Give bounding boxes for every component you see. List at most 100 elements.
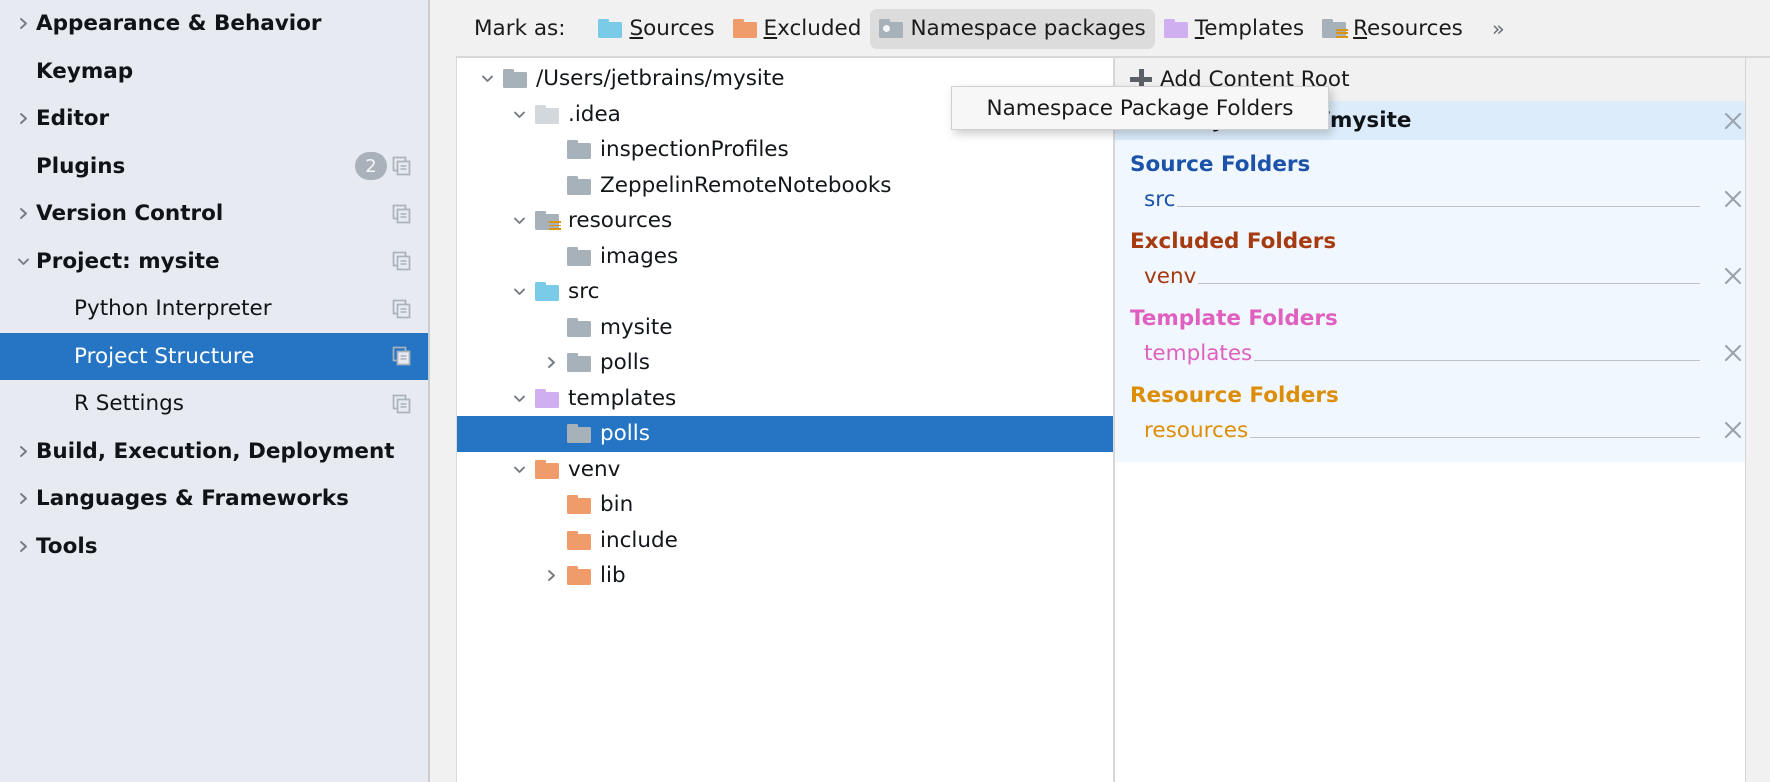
chevron-down-icon[interactable] [503,391,535,406]
mark-as-templates-button[interactable]: Templates [1155,9,1313,49]
settings-dialog-project-structure: Appearance & Behavior Keymap Editor Plugins… [0,0,1770,782]
chevron-down-icon[interactable] [10,254,36,269]
chevron-right-icon[interactable] [10,206,36,221]
tree-row[interactable]: mysite [457,310,1113,346]
sidebar-item-editor[interactable]: Editor [0,95,480,143]
folder-icon [535,105,559,124]
tree-row[interactable]: resources [457,203,1113,239]
mark-as-templates-label: Templates [1195,16,1304,41]
folder-group-item[interactable]: src [1130,181,1770,217]
folder-group-source-folders: Source Folderssrc [1114,140,1770,217]
tooltip-text: Namespace Package Folders [987,96,1294,121]
mark-as-sources-button[interactable]: Sources [589,9,723,49]
folder-excluded-icon [535,460,559,479]
tree-row[interactable]: include [457,523,1113,559]
sidebar-item-tools[interactable]: Tools [0,523,480,571]
remove-folder-icon[interactable] [1722,342,1744,364]
project-folder-tree[interactable]: /Users/jetbrains/mysite .idea inspectionPr… [456,58,1114,782]
tree-row-label: /Users/jetbrains/mysite [536,66,785,91]
chevron-down-icon[interactable] [471,71,503,86]
tree-row-label: include [600,528,678,553]
remove-content-root-icon[interactable] [1722,110,1744,132]
sidebar-item-python-interpreter[interactable]: Python Interpreter [0,285,480,333]
folder-item-rule [1198,283,1700,284]
mark-as-namespace-packages-button[interactable]: Namespace packages [870,9,1154,49]
folder-item-name: venv [1144,264,1196,289]
folder-excluded-icon [733,19,757,38]
sidebar-item-appearance-behavior[interactable]: Appearance & Behavior [0,0,480,48]
sidebar-item-label: Editor [36,106,109,131]
folder-group-item[interactable]: resources [1130,412,1770,448]
tree-list: /Users/jetbrains/mysite .idea inspectionPr… [457,58,1113,594]
sidebar-item-label: Project: mysite [36,249,220,274]
tree-row-label: ZeppelinRemoteNotebooks [600,173,892,198]
sidebar-item-label: Keymap [36,59,133,84]
sidebar-item-languages-frameworks[interactable]: Languages & Frameworks [0,475,480,523]
tree-row-label: lib [600,563,626,588]
tree-row[interactable]: templates [457,381,1113,417]
chevron-right-icon[interactable] [535,568,567,583]
copy-settings-icon[interactable] [391,298,413,320]
sidebar-item-label: Python Interpreter [36,296,272,321]
folder-item-rule [1177,206,1700,207]
tree-row[interactable]: ZeppelinRemoteNotebooks [457,168,1113,204]
chevron-right-icon[interactable] [10,539,36,554]
remove-folder-icon[interactable] [1722,419,1744,441]
tree-row[interactable]: images [457,239,1113,275]
sidebar-item-label: Appearance & Behavior [36,11,322,36]
tree-row[interactable]: polls [457,416,1113,452]
mark-as-resources-button[interactable]: Resources [1313,9,1472,49]
content-root-block: /Users/jetbrains/mysite Source Folderssr… [1114,101,1770,462]
mark-as-button-group: SourcesExcludedNamespace packages Templat… [589,9,1471,49]
tree-row-label: mysite [600,315,673,340]
tree-row[interactable]: lib [457,558,1113,594]
folder-group-title: Resource Folders [1130,383,1770,408]
tree-row[interactable]: inspectionProfiles [457,132,1113,168]
sidebar-item-project-mysite[interactable]: Project: mysite [0,238,480,286]
copy-settings-icon[interactable] [391,393,413,415]
chevron-right-icon[interactable] [10,111,36,126]
namespace-package-folders-tooltip: Namespace Package Folders [951,86,1329,130]
folder-excluded-icon [567,495,591,514]
tree-row[interactable]: venv [457,452,1113,488]
sidebar-item-plugins[interactable]: Plugins2 [0,143,480,191]
chevron-right-icon[interactable] [10,491,36,506]
sidebar-item-r-settings[interactable]: R Settings [0,380,480,428]
tree-row[interactable]: src [457,274,1113,310]
chevron-down-icon[interactable] [503,213,535,228]
remove-folder-icon[interactable] [1722,265,1744,287]
sidebar-item-keymap[interactable]: Keymap [0,48,480,96]
mark-as-excluded-button[interactable]: Excluded [724,9,871,49]
remove-folder-icon[interactable] [1722,188,1744,210]
folder-icon [567,424,591,443]
tree-row-label: .idea [568,102,621,127]
sidebar-item-label: Version Control [36,201,223,226]
tree-row[interactable]: bin [457,487,1113,523]
tree-row[interactable]: polls [457,345,1113,381]
chevron-down-icon[interactable] [503,462,535,477]
copy-settings-icon[interactable] [391,345,413,367]
copy-settings-icon[interactable] [391,250,413,272]
folder-item-rule [1250,437,1700,438]
chevron-right-icon[interactable] [535,355,567,370]
folder-group-item[interactable]: templates [1130,335,1770,371]
chevron-right-icon[interactable] [10,444,36,459]
sidebar-item-label: Plugins [36,154,125,179]
folder-excluded-icon [567,531,591,550]
chevron-right-icon[interactable] [10,16,36,31]
folder-group-item[interactable]: venv [1130,258,1770,294]
chevron-down-icon[interactable] [503,107,535,122]
folder-resources-icon [535,211,559,230]
toolbar-overflow-icon[interactable]: » [1492,17,1504,41]
folder-icon [567,353,591,372]
sidebar-item-project-structure[interactable]: Project Structure [0,333,480,381]
chevron-down-icon[interactable] [503,284,535,299]
copy-settings-icon[interactable] [391,203,413,225]
sidebar-item-build-execution-deployment[interactable]: Build, Execution, Deployment [0,428,480,476]
copy-settings-icon[interactable] [391,155,413,177]
folder-icon [503,69,527,88]
folder-icon [567,140,591,159]
tree-row-label: templates [568,386,676,411]
sidebar-item-version-control[interactable]: Version Control [0,190,480,238]
sidebar-content-gap [430,0,456,782]
